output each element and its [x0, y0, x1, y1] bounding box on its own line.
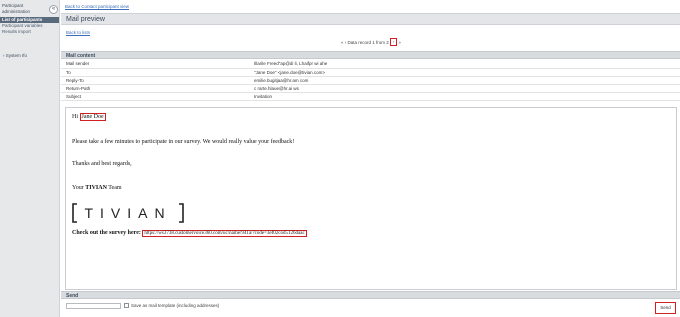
body-paragraph: Please take a few minutes to participate…	[72, 139, 295, 145]
field-value: c rarte.hlaue@hr.ai ws	[249, 84, 680, 93]
mail-body-preview: Hi Jane Doe Please take a few minutes to…	[65, 107, 677, 290]
greeting-line: Hi Jane Doe	[72, 113, 106, 121]
collapse-sidebar-button[interactable]: «	[49, 5, 58, 14]
sidebar-item-label: administration	[2, 9, 31, 14]
save-template-checkbox[interactable]	[124, 303, 129, 308]
logo-text: TIVIAN	[84, 205, 171, 221]
record-counter: Data record 1 from 2	[347, 39, 389, 45]
field-value: emilie.bugitjaa@hr.am com	[249, 76, 680, 85]
mail-content-title: Mail content	[66, 53, 96, 59]
record-pager: « ‹ Data record 1 from 2 › »	[341, 38, 401, 48]
field-label: Return-Path	[61, 84, 249, 93]
send-address-input[interactable]	[66, 303, 121, 309]
next-record-button[interactable]: ›	[390, 38, 398, 46]
mail-preview-page: Participant administration List of parti…	[0, 0, 680, 317]
sidebar: Participant administration List of parti…	[0, 0, 60, 317]
title-bar: Mail preview	[61, 13, 680, 25]
prev-record-button[interactable]: ‹	[345, 40, 347, 45]
survey-label: Check out the survey here:	[72, 230, 141, 236]
sidebar-item-label: Participant	[2, 3, 24, 8]
table-row: To "Jane Doe" <jane.doe@tivian.com>	[61, 68, 680, 77]
signature-company: TIVIAN	[85, 185, 107, 191]
field-value: "Jane Doe" <jane.doe@tivian.com>	[249, 68, 680, 77]
last-record-button[interactable]: »	[398, 40, 401, 45]
field-value: Invitation	[249, 92, 680, 101]
main-content: Back to Contact participant view Mail pr…	[61, 0, 680, 317]
survey-link[interactable]: https://ws3738.customervoice360.com/uc/n…	[142, 230, 307, 237]
signature-line: Your TIVIAN Team	[72, 185, 122, 191]
save-template-label: Save as mail template (including address…	[131, 302, 220, 308]
field-label: To	[61, 68, 249, 77]
greeting-prefix: Hi	[72, 114, 78, 120]
field-label: Subject	[61, 92, 249, 101]
page-title: Mail preview	[66, 16, 105, 23]
back-to-list-link[interactable]: Back to lists	[66, 30, 90, 35]
sidebar-item-system-info[interactable]: › System Ifo	[3, 53, 27, 58]
table-row: Reply-To emilie.bugitjaa@hr.am com	[61, 76, 680, 85]
table-row: Subject Invitation	[61, 92, 680, 101]
table-row: Return-Path c rarte.hlaue@hr.ai ws	[61, 84, 680, 93]
closing-line: Thanks and best regards,	[72, 161, 132, 167]
recipient-name: Jane Doe	[79, 113, 106, 121]
field-value: Illarile Freed"ap@di li, Lhaifpr wi ahe	[249, 60, 680, 69]
table-row: Mail sender Illarile Freed"ap@di li, Lha…	[61, 60, 680, 69]
send-title: Send	[66, 293, 79, 299]
field-label: Mail sender	[61, 60, 249, 69]
mail-content-table: Mail sender Illarile Freed"ap@di li, Lha…	[61, 60, 680, 101]
send-button[interactable]: Send	[655, 302, 676, 314]
signature-suffix: Team	[106, 185, 122, 191]
mail-content-header: Mail content	[61, 51, 680, 59]
signature-prefix: Your	[72, 185, 86, 191]
send-section-header: Send	[61, 291, 680, 299]
survey-line: Check out the survey here: https://ws373…	[72, 230, 307, 237]
first-record-button[interactable]: «	[341, 40, 344, 45]
sidebar-item-results-import[interactable]: Results import	[0, 29, 59, 35]
field-label: Reply-To	[61, 76, 249, 85]
tivian-logo: TIVIAN	[72, 203, 184, 223]
back-to-contact-link[interactable]: Back to Contact participant view	[65, 4, 129, 9]
